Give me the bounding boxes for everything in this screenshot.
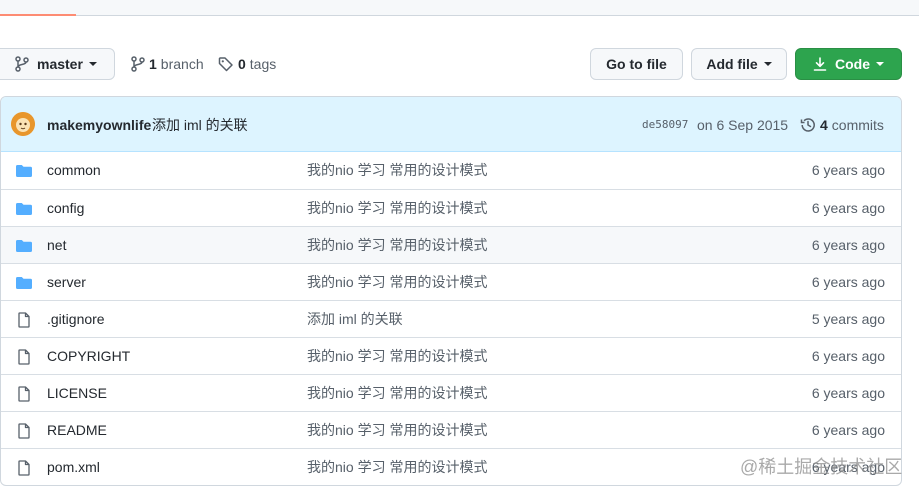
file-commit-message[interactable]: 我的nio 学习 常用的设计模式 xyxy=(307,338,487,374)
active-tab-underline xyxy=(0,14,76,16)
file-row[interactable]: COPYRIGHT 我的nio 学习 常用的设计模式 6 years ago xyxy=(1,337,901,374)
avatar[interactable] xyxy=(11,112,35,136)
file-icon xyxy=(15,349,33,365)
file-row[interactable]: README 我的nio 学习 常用的设计模式 6 years ago xyxy=(1,411,901,448)
tags-label: tags xyxy=(249,56,277,72)
chevron-down-icon xyxy=(88,62,97,66)
file-icon xyxy=(15,460,33,476)
git-branch-icon xyxy=(15,56,29,72)
file-row[interactable]: .gitignore 添加 iml 的关联 5 years ago xyxy=(1,300,901,337)
branch-name: master xyxy=(37,56,83,72)
file-commit-message[interactable]: 我的nio 学习 常用的设计模式 xyxy=(307,264,487,300)
file-commit-message[interactable]: 我的nio 学习 常用的设计模式 xyxy=(307,227,487,263)
file-age: 6 years ago xyxy=(811,348,885,364)
file-icon xyxy=(15,312,33,328)
file-name-link[interactable]: COPYRIGHT xyxy=(47,338,130,374)
file-icon xyxy=(15,423,33,439)
file-row[interactable]: LICENSE 我的nio 学习 常用的设计模式 6 years ago xyxy=(1,374,901,411)
go-to-file-label: Go to file xyxy=(606,56,667,72)
file-name-link[interactable]: LICENSE xyxy=(47,375,107,411)
download-icon xyxy=(813,56,827,72)
file-age: 6 years ago xyxy=(811,274,885,290)
branches-label: branch xyxy=(160,56,204,72)
file-name-link[interactable]: net xyxy=(47,227,66,263)
file-commit-message[interactable]: 我的nio 学习 常用的设计模式 xyxy=(307,449,487,485)
add-file-button[interactable]: Add file xyxy=(691,48,787,80)
file-age: 6 years ago xyxy=(811,200,885,216)
file-row[interactable]: server 我的nio 学习 常用的设计模式 6 years ago xyxy=(1,263,901,300)
file-name-link[interactable]: server xyxy=(47,264,86,300)
history-icon xyxy=(800,117,816,133)
file-name-link[interactable]: .gitignore xyxy=(47,301,105,337)
commits-label: commits xyxy=(831,116,884,133)
file-name-link[interactable]: config xyxy=(47,190,84,226)
commit-message[interactable]: 添加 iml 的关联 xyxy=(152,97,248,152)
file-commit-message[interactable]: 我的nio 学习 常用的设计模式 xyxy=(307,375,487,411)
code-button[interactable]: Code xyxy=(795,48,902,80)
chevron-down-icon xyxy=(763,62,772,66)
watermark: @稀土掘金技术社区 xyxy=(740,457,903,477)
file-name-link[interactable]: pom.xml xyxy=(47,449,100,485)
file-commit-message[interactable]: 我的nio 学习 常用的设计模式 xyxy=(307,152,487,188)
file-navigation: master 1 branch 0 tags Go to file Add fi… xyxy=(0,48,919,80)
branch-select-button[interactable]: master xyxy=(0,48,115,80)
file-age: 6 years ago xyxy=(811,237,885,253)
tags-count: 0 xyxy=(238,56,246,72)
code-label: Code xyxy=(835,56,870,72)
file-list-box: makemyownlife 添加 iml 的关联 de58097 on 6 Se… xyxy=(0,96,902,486)
file-age: 6 years ago xyxy=(811,162,885,178)
git-branch-icon xyxy=(131,56,145,72)
commit-date: on 6 Sep 2015 xyxy=(697,116,789,133)
file-row[interactable]: config 我的nio 学习 常用的设计模式 6 years ago xyxy=(1,189,901,226)
repo-nav-bar xyxy=(0,0,919,16)
folder-icon xyxy=(15,201,33,217)
tag-icon xyxy=(218,56,234,72)
file-commit-message[interactable]: 我的nio 学习 常用的设计模式 xyxy=(307,412,487,448)
file-age: 6 years ago xyxy=(811,385,885,401)
file-rows: common 我的nio 学习 常用的设计模式 6 years ago config 我… xyxy=(1,152,901,485)
file-row[interactable]: common 我的nio 学习 常用的设计模式 6 years ago xyxy=(1,152,901,189)
tags-link[interactable]: 0 tags xyxy=(218,48,276,80)
file-row[interactable]: net 我的nio 学习 常用的设计模式 6 years ago xyxy=(1,226,901,263)
folder-icon xyxy=(15,275,33,291)
file-age: 6 years ago xyxy=(811,422,885,438)
commits-history-link[interactable]: 4 commits xyxy=(800,97,884,152)
file-commit-message[interactable]: 添加 iml 的关联 xyxy=(307,301,403,337)
commits-count: 4 xyxy=(820,116,828,133)
chevron-down-icon xyxy=(876,62,884,66)
file-age: 5 years ago xyxy=(811,311,885,327)
branches-link[interactable]: 1 branch xyxy=(131,48,204,80)
file-commit-message[interactable]: 我的nio 学习 常用的设计模式 xyxy=(307,190,487,226)
add-file-label: Add file xyxy=(706,56,758,72)
go-to-file-button[interactable]: Go to file xyxy=(590,48,683,80)
file-name-link[interactable]: README xyxy=(47,412,107,448)
commit-sha[interactable]: de58097 xyxy=(642,97,688,152)
latest-commit-bar: makemyownlife 添加 iml 的关联 de58097 on 6 Se… xyxy=(1,97,901,152)
commit-author[interactable]: makemyownlife xyxy=(47,97,151,152)
folder-icon xyxy=(15,238,33,254)
folder-icon xyxy=(15,163,33,179)
file-name-link[interactable]: common xyxy=(47,152,101,188)
file-icon xyxy=(15,386,33,402)
branches-count: 1 xyxy=(149,56,157,72)
